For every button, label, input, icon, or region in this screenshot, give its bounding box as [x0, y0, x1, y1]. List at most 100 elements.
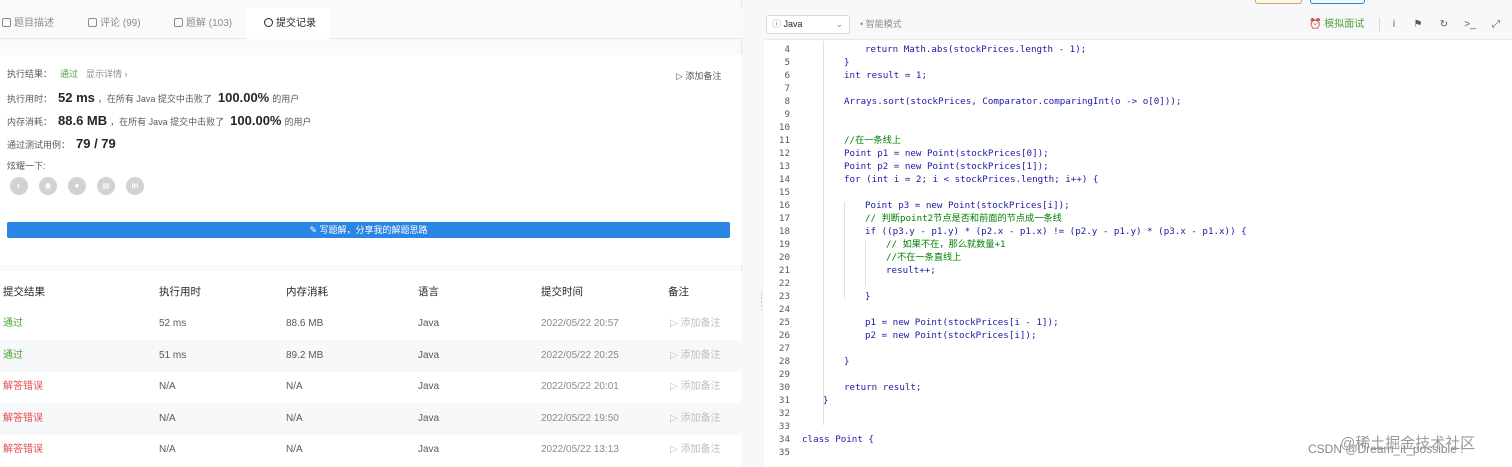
qq-icon[interactable]: ●	[68, 177, 86, 195]
weibo-icon[interactable]: ◉	[39, 177, 57, 195]
line-number: 35	[778, 447, 790, 458]
tab-comments[interactable]: 评论 (99)	[88, 8, 170, 39]
mock-interview-button[interactable]: ⏰ 模拟面试	[1309, 15, 1364, 34]
tab-description-label: 题目描述	[14, 18, 54, 29]
language-select[interactable]: ⓘ Java ⌄	[766, 15, 850, 34]
code-line[interactable]: Point p3 = new Point(stockPrices[i]);	[865, 199, 1070, 212]
chevron-down-icon: ⌄	[835, 19, 843, 29]
tab-comments-label: 评论 (99)	[100, 18, 141, 29]
line-number: 8	[784, 96, 790, 107]
top-button-edge-a	[1255, 0, 1302, 4]
flag-icon[interactable]: ⚑	[1410, 15, 1426, 34]
indent-guide	[823, 41, 824, 425]
row-result[interactable]: 通过	[3, 340, 23, 372]
line-number: 34	[778, 434, 790, 445]
row-time: 2022/05/22 20:57	[541, 318, 619, 329]
douban-icon[interactable]: ▤	[97, 177, 115, 195]
row-result[interactable]: 解答错误	[3, 434, 43, 466]
code-line[interactable]: }	[844, 56, 850, 69]
header-remark: 备注	[668, 286, 689, 298]
row-add-note-button[interactable]: ▷ 添加备注	[670, 308, 720, 340]
line-number: 24	[778, 304, 790, 315]
table-row[interactable]: 解答错误 N/A N/A Java 2022/05/22 13:13 ▷ 添加备注	[0, 434, 742, 466]
line-number: 22	[778, 278, 790, 289]
row-result[interactable]: 解答错误	[3, 403, 43, 435]
row-runtime: N/A	[159, 412, 176, 424]
tab-submissions[interactable]: 提交记录	[246, 8, 330, 39]
flask-icon	[174, 18, 183, 27]
row-memory: N/A	[286, 412, 303, 424]
row-memory: N/A	[286, 444, 303, 455]
write-solution-button[interactable]: ✎ 写题解，分享我的解题思路	[7, 222, 730, 238]
header-memory: 内存消耗	[286, 286, 328, 298]
code-line[interactable]: result++;	[886, 264, 936, 277]
line-number: 14	[778, 174, 790, 185]
code-line[interactable]: }	[865, 290, 871, 303]
line-number: 30	[778, 382, 790, 393]
clock-icon	[264, 18, 273, 27]
add-note-button[interactable]: ▷ 添加备注	[676, 69, 721, 82]
code-line[interactable]: int result = 1;	[844, 69, 927, 82]
row-add-note-button[interactable]: ▷ 添加备注	[670, 403, 720, 435]
row-language: Java	[418, 381, 440, 392]
code-line[interactable]: p1 = new Point(stockPrices[i - 1]);	[865, 316, 1059, 329]
code-line[interactable]: //在一条线上	[844, 134, 901, 147]
code-editor[interactable]: 4 5 6 7 8 9 10 11 12 13 14 15 16 17 18 19 20 21 22 23 24 25 26…	[764, 41, 1512, 467]
code-line[interactable]: if ((p3.y - p1.y) * (p2.x - p1.x) != (p2…	[865, 225, 1247, 238]
row-runtime: N/A	[159, 381, 176, 392]
code-line[interactable]: Arrays.sort(stockPrices, Comparator.comp…	[844, 95, 1181, 108]
code-line[interactable]: //不在一条直线上	[886, 251, 961, 264]
row-memory: 88.6 MB	[286, 318, 324, 329]
line-number: 5	[784, 57, 790, 68]
console-icon[interactable]: >_	[1462, 15, 1478, 34]
status-row: 执行结果： 通过 显示详情 ›	[7, 65, 128, 83]
row-add-note-button[interactable]: ▷ 添加备注	[670, 434, 720, 466]
table-row[interactable]: 通过 52 ms 88.6 MB Java 2022/05/22 20:57 ▷ 添加备注	[0, 308, 742, 340]
show-detail-link[interactable]: 显示详情 ›	[86, 69, 128, 79]
tests-value: 79 / 79	[76, 136, 116, 151]
row-result[interactable]: 通过	[3, 308, 23, 340]
code-line[interactable]: return result;	[844, 381, 921, 394]
line-number: 26	[778, 330, 790, 341]
linkedin-icon[interactable]: in	[126, 177, 144, 195]
row-add-note-button[interactable]: ▷ 添加备注	[670, 340, 720, 372]
smart-mode-toggle[interactable]: • 智能模式	[860, 15, 902, 34]
table-row[interactable]: 解答错误 N/A N/A Java 2022/05/22 20:01 ▷ 添加备注	[0, 371, 742, 403]
row-language: Java	[418, 412, 440, 424]
editor-panel: ⓘ Java ⌄ • 智能模式 ⏰ 模拟面试 i ⚑ ↻ >_ ⤢ 4 5 6 7 8 9 1…	[764, 0, 1512, 467]
line-number: 11	[778, 135, 790, 146]
row-result[interactable]: 解答错误	[3, 371, 43, 403]
code-line[interactable]: class Point {	[802, 433, 874, 446]
row-time: 2022/05/22 20:01	[541, 381, 619, 392]
table-row[interactable]: 解答错误 N/A N/A Java 2022/05/22 19:50 ▷ 添加备注	[0, 402, 742, 435]
line-number: 20	[778, 252, 790, 263]
code-line[interactable]: p2 = new Point(stockPrices[i]);	[865, 329, 1036, 342]
code-line[interactable]: // 如果不在，那么就数量+1	[886, 238, 1006, 251]
editor-toolbar: ⓘ Java ⌄ • 智能模式 ⏰ 模拟面试 i ⚑ ↻ >_ ⤢	[764, 0, 1512, 40]
code-line[interactable]: Point p1 = new Point(stockPrices[0]);	[844, 147, 1049, 160]
fullscreen-icon[interactable]: ⤢	[1488, 15, 1504, 34]
header-runtime: 执行用时	[159, 286, 201, 298]
row-add-note-button[interactable]: ▷ 添加备注	[670, 371, 720, 403]
wechat-icon[interactable]: ◐	[10, 177, 28, 195]
line-number: 31	[778, 395, 790, 406]
code-line[interactable]: }	[844, 355, 850, 368]
memory-percent: 100.00%	[230, 113, 282, 128]
panel-splitter[interactable]: ⋮ ⋮ ⋮ ⋮	[757, 290, 766, 332]
submission-panel: 题目描述 评论 (99) 题解 (103) 提交记录 执行结果： 通过 显示详情 ›…	[0, 0, 742, 467]
code-line[interactable]: // 判断point2节点是否和前面的节点成一条线	[865, 212, 1062, 225]
code-line[interactable]: return Math.abs(stockPrices.length - 1);	[865, 43, 1086, 56]
share-icons: ◐ ◉ ● ▤ in	[10, 177, 155, 197]
reset-icon[interactable]: ↻	[1436, 15, 1452, 34]
code-line[interactable]: Point p2 = new Point(stockPrices[1]);	[844, 160, 1049, 173]
mock-interview-label: 模拟面试	[1324, 19, 1365, 30]
row-language: Java	[418, 444, 440, 455]
tab-solutions[interactable]: 题解 (103)	[174, 8, 256, 39]
table-header: 提交结果 执行用时 内存消耗 语言 提交时间 备注	[0, 276, 742, 308]
table-row[interactable]: 通过 51 ms 89.2 MB Java 2022/05/22 20:25 ▷ 添加备注	[0, 339, 742, 372]
tab-description[interactable]: 题目描述	[0, 8, 82, 39]
memory-suffix: 的用户	[284, 117, 312, 127]
code-line[interactable]: for (int i = 2; i < stockPrices.length; …	[844, 173, 1098, 186]
info-icon[interactable]: i	[1386, 15, 1402, 34]
line-number-gutter: 4 5 6 7 8 9 10 11 12 13 14 15 16 17 18 19 20 21 22 23 24 25 26…	[764, 41, 794, 467]
